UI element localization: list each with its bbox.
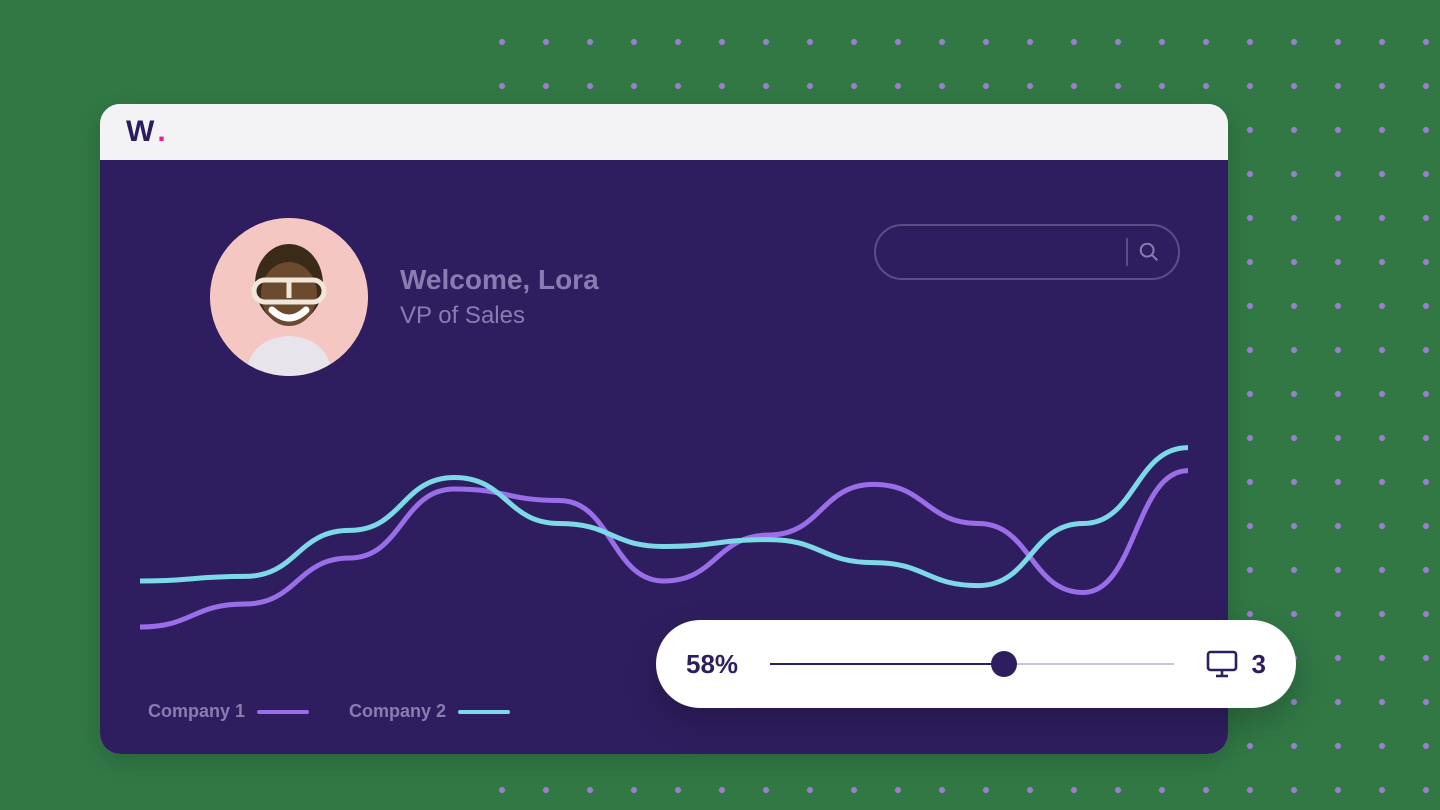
device-count: 3 xyxy=(1252,649,1266,680)
legend-swatch-company-2 xyxy=(458,710,510,714)
monitor-icon xyxy=(1206,650,1238,678)
legend-swatch-company-1 xyxy=(257,710,309,714)
logo: W. xyxy=(126,115,166,149)
slider-knob[interactable] xyxy=(991,651,1017,677)
user-role: VP of Sales xyxy=(400,302,842,330)
legend-label-company-1: Company 1 xyxy=(148,701,245,722)
legend-label-company-2: Company 2 xyxy=(349,701,446,722)
welcome-title: Welcome, Lora xyxy=(400,264,842,296)
trend-chart xyxy=(140,420,1188,650)
device-count-block: 3 xyxy=(1206,649,1266,680)
avatar[interactable] xyxy=(210,218,368,376)
search-input[interactable] xyxy=(874,224,1180,280)
search-divider xyxy=(1126,238,1128,266)
chart-legend: Company 1 Company 2 xyxy=(148,701,510,722)
legend-item-company-1: Company 1 xyxy=(148,701,309,722)
progress-pill: 58% 3 xyxy=(656,620,1296,708)
logo-dot: . xyxy=(157,115,165,149)
search-icon xyxy=(1138,241,1160,263)
progress-slider[interactable] xyxy=(770,663,1173,666)
header: Welcome, Lora VP of Sales xyxy=(100,160,1228,376)
legend-item-company-2: Company 2 xyxy=(349,701,510,722)
welcome-block: Welcome, Lora VP of Sales xyxy=(400,264,842,330)
progress-percent: 58% xyxy=(686,649,738,680)
titlebar: W. xyxy=(100,104,1228,160)
logo-mark: W xyxy=(126,115,154,149)
